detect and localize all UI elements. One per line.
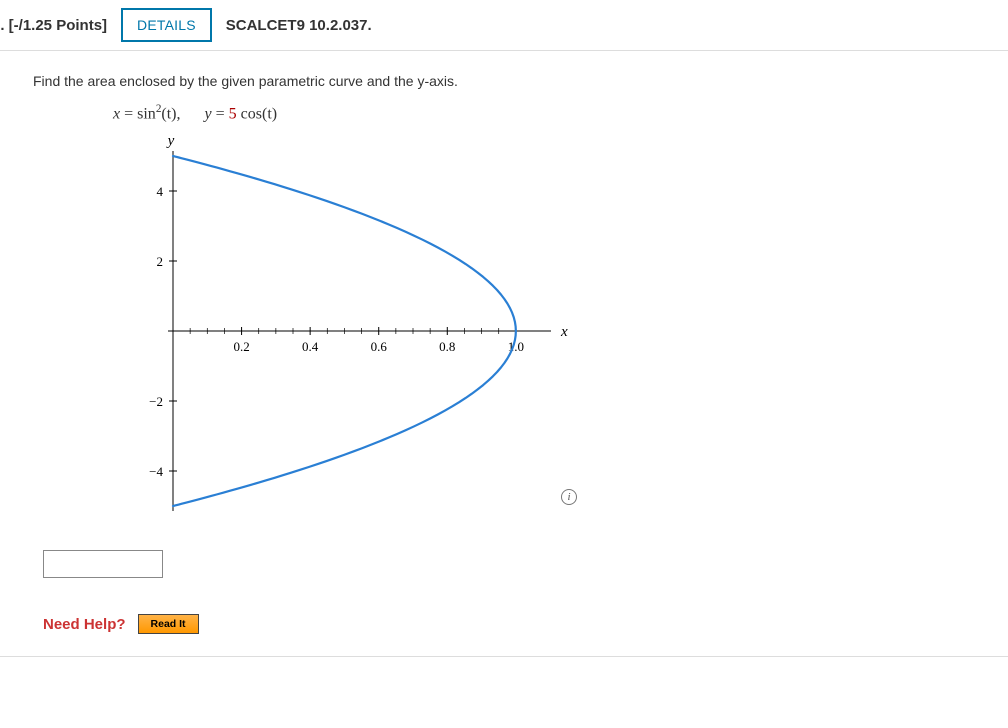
svg-text:0.2: 0.2 <box>233 339 249 354</box>
chart-container: xy0.20.40.60.81.0−4−224 i <box>123 131 1008 534</box>
svg-text:0.6: 0.6 <box>371 339 388 354</box>
parametric-chart: xy0.20.40.60.81.0−4−224 <box>123 131 603 531</box>
question-number: 5. [-/1.25 Points] <box>0 17 107 34</box>
question-header: 5. [-/1.25 Points] DETAILS SCALCET9 10.2… <box>0 0 1008 51</box>
svg-text:−2: −2 <box>149 394 163 409</box>
parametric-equations: x = sin2(t), y = 5 cos(t) <box>113 103 1008 123</box>
svg-text:x: x <box>560 324 568 340</box>
eq-x-rhs-pre: = sin <box>120 105 156 122</box>
details-button[interactable]: DETAILS <box>121 8 212 42</box>
eq-y-lhs: y <box>205 105 212 122</box>
svg-text:4: 4 <box>157 184 164 199</box>
eq-y-coef: 5 <box>229 105 237 122</box>
help-row: Need Help? Read It <box>43 614 1008 634</box>
answer-input[interactable] <box>43 550 163 578</box>
eq-x-arg: (t), <box>161 105 180 122</box>
read-it-button[interactable]: Read It <box>138 614 199 634</box>
svg-text:y: y <box>166 133 175 149</box>
question-prompt: Find the area enclosed by the given para… <box>33 73 1008 89</box>
need-help-label: Need Help? <box>43 616 126 633</box>
svg-text:0.4: 0.4 <box>302 339 319 354</box>
eq-y-rhs: cos(t) <box>237 105 277 122</box>
svg-text:2: 2 <box>157 254 164 269</box>
svg-text:0.8: 0.8 <box>439 339 455 354</box>
eq-y-eq: = <box>212 105 229 122</box>
book-reference: SCALCET9 10.2.037. <box>226 17 372 34</box>
svg-text:−4: −4 <box>149 464 163 479</box>
question-content: Find the area enclosed by the given para… <box>0 51 1008 657</box>
